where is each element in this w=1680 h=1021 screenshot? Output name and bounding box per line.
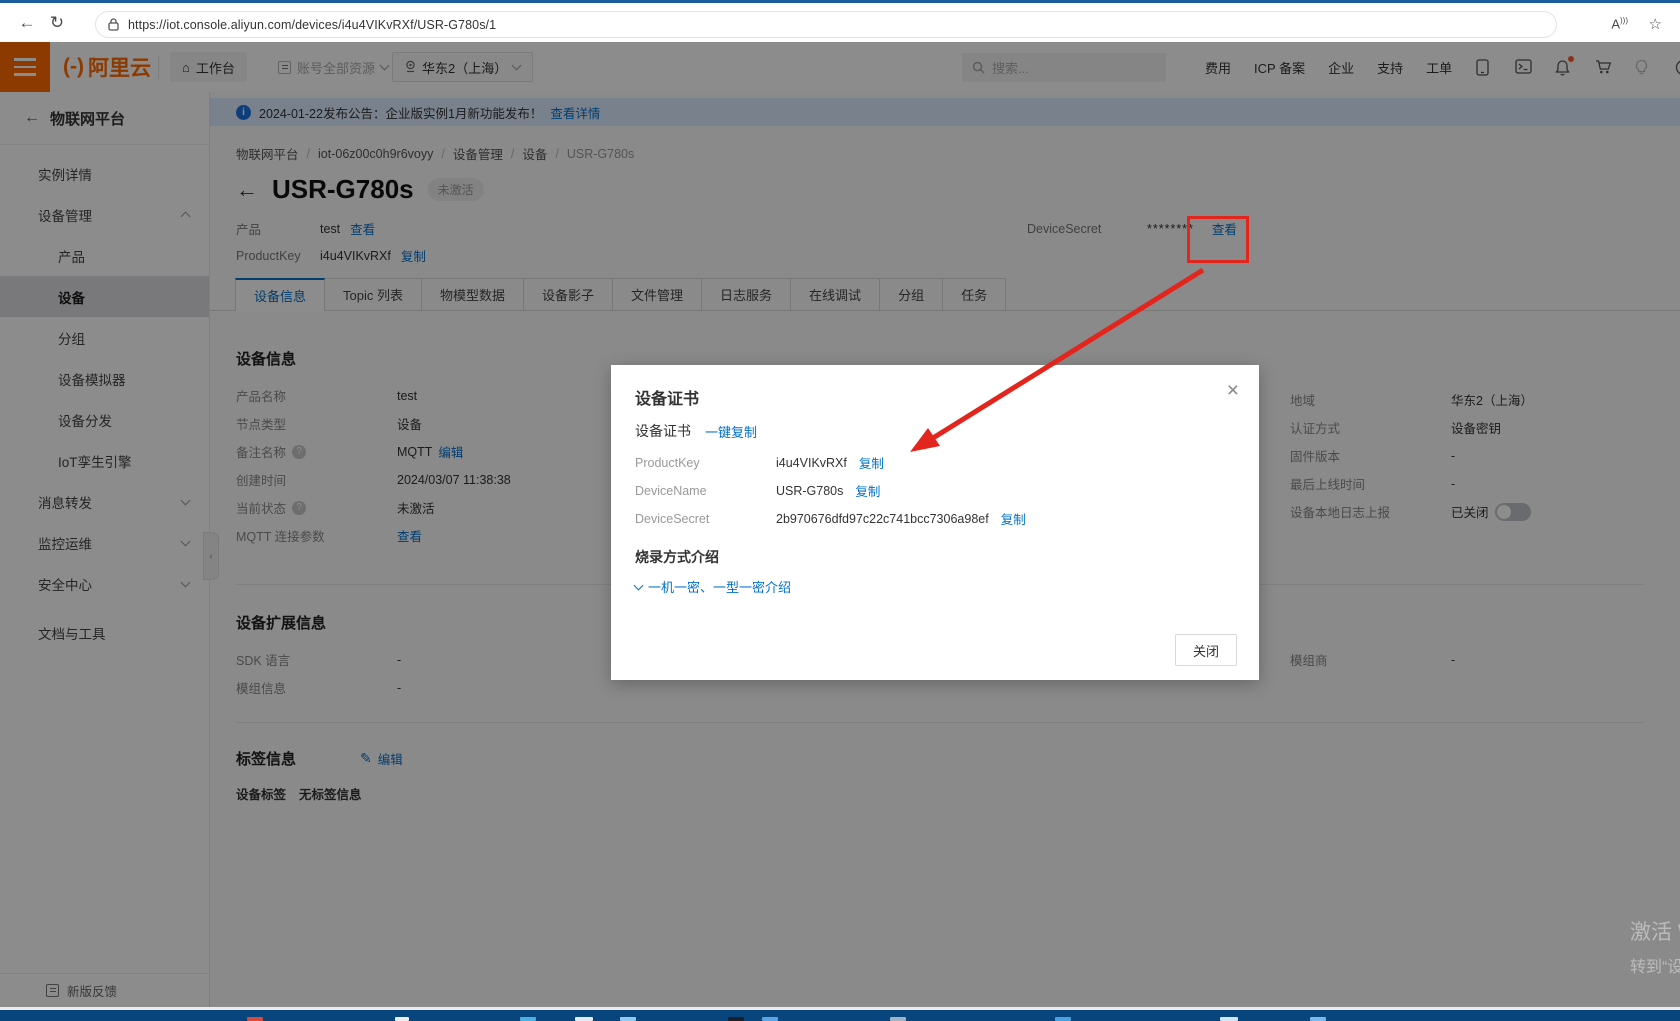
taskbar-icon[interactable] [1055, 1017, 1071, 1021]
taskbar-icon[interactable] [520, 1017, 536, 1021]
device-certificate-modal: 设备证书 × 设备证书 一键复制 ProductKey i4u4VIKvRXf … [611, 365, 1259, 680]
copy-link[interactable]: 复制 [855, 481, 880, 500]
taskbar-icon[interactable] [247, 1017, 263, 1021]
windows-taskbar[interactable] [0, 1010, 1680, 1021]
annotation-red-box [1187, 216, 1249, 263]
copy-link[interactable]: 复制 [859, 453, 884, 472]
browser-refresh-icon[interactable]: ↻ [42, 13, 72, 33]
read-aloud-icon[interactable]: A))) [1611, 11, 1628, 37]
url-text: https://iot.console.aliyun.com/devices/i… [128, 18, 496, 32]
taskbar-icon[interactable] [890, 1017, 906, 1021]
copy-all-link[interactable]: 一键复制 [705, 422, 757, 441]
close-icon[interactable]: × [1227, 379, 1239, 403]
modal-row-devicesecret: DeviceSecret 2b970676dfd97c22c741bcc7306… [635, 509, 1026, 528]
chevron-down-icon [634, 580, 644, 590]
burn-method-link[interactable]: 一机一密、一型一密介绍 [635, 577, 791, 596]
page-viewport: (-)阿里云 ⌂ 工作台 账号全部资源 华东2（上海） 搜索. [0, 42, 1680, 1007]
taskbar-icon[interactable] [395, 1017, 409, 1021]
taskbar-icon[interactable] [575, 1017, 593, 1021]
copy-link[interactable]: 复制 [1001, 509, 1026, 528]
lock-icon [108, 18, 119, 31]
browser-toolbar: ← ↻ https://iot.console.aliyun.com/devic… [0, 3, 1680, 42]
modal-row-productkey: ProductKey i4u4VIKvRXf 复制 [635, 453, 884, 472]
windows-activation-watermark: 激活 W 转到“设 [1630, 916, 1680, 977]
taskbar-icon[interactable] [762, 1017, 778, 1021]
modal-row-devicename: DeviceName USR-G780s 复制 [635, 481, 880, 500]
burn-method-heading: 烧录方式介绍 [635, 547, 719, 567]
taskbar-icon[interactable] [620, 1017, 636, 1021]
favorite-star-icon[interactable]: ☆ [1649, 11, 1662, 37]
taskbar-icon[interactable] [1310, 1017, 1326, 1021]
modal-title: 设备证书 [635, 385, 699, 409]
address-bar[interactable]: https://iot.console.aliyun.com/devices/i… [95, 11, 1557, 38]
cert-line: 设备证书 一键复制 [635, 421, 757, 441]
close-button[interactable]: 关闭 [1175, 634, 1237, 666]
browser-back-icon[interactable]: ← [12, 13, 42, 33]
taskbar-icon[interactable] [728, 1017, 744, 1021]
taskbar-icon[interactable] [1220, 1017, 1238, 1021]
